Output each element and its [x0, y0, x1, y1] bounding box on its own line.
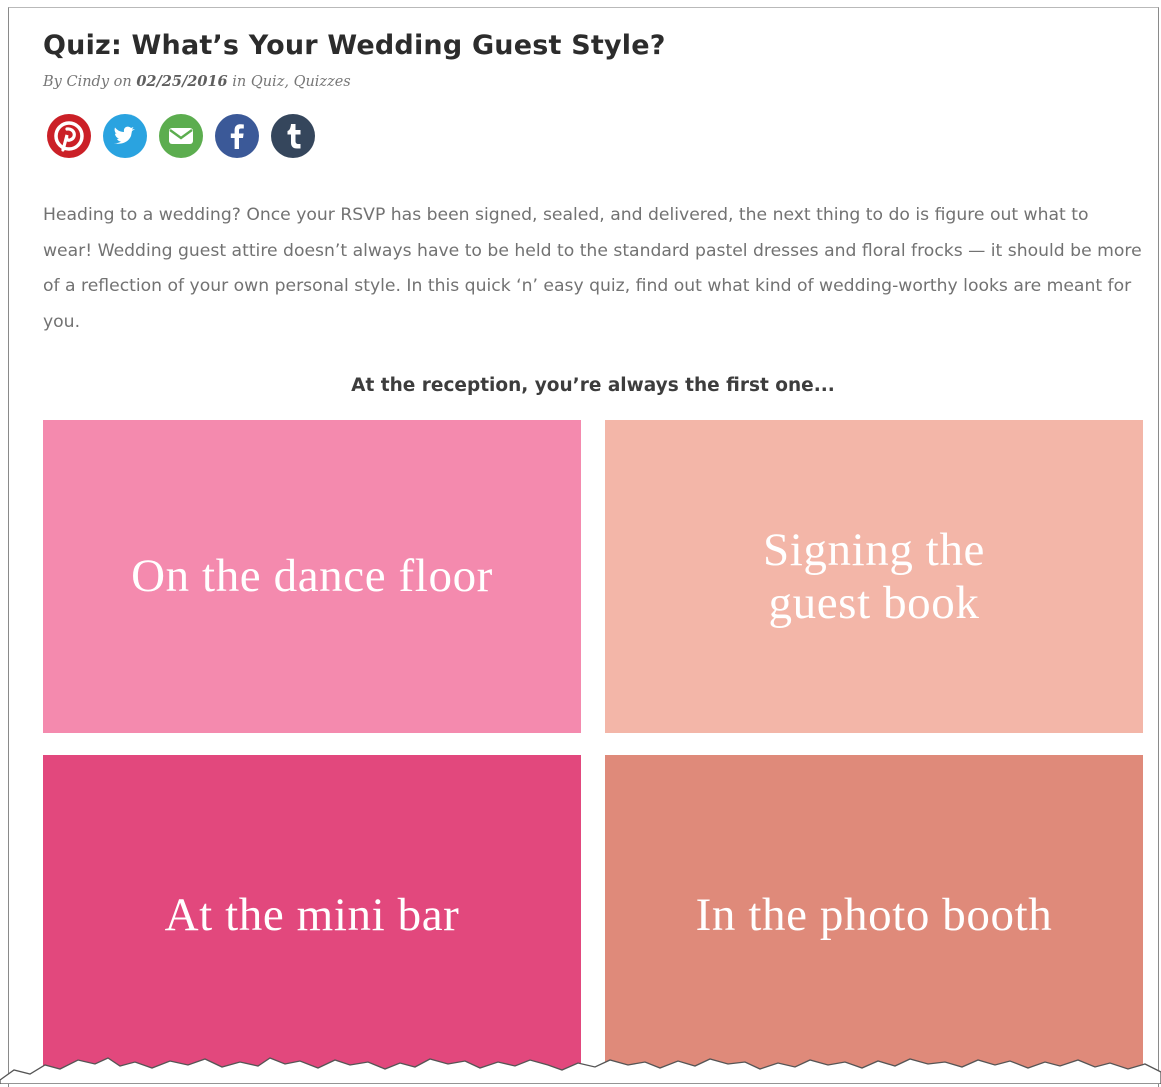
twitter-share-button[interactable]: [103, 114, 147, 158]
email-share-button[interactable]: [159, 114, 203, 158]
answer-label: In the photo booth: [695, 888, 1053, 941]
torn-edge: [0, 1057, 1161, 1084]
quiz-answer-guest-book[interactable]: Signing the guest book: [605, 420, 1143, 733]
quiz-answer-dance-floor[interactable]: On the dance floor: [43, 420, 581, 733]
post-date: 02/25/2016: [136, 73, 228, 90]
intro-paragraph: Heading to a wedding? Once your RSVP has…: [43, 205, 1142, 332]
facebook-share-button[interactable]: [215, 114, 259, 158]
byline: By Cindy on 02/25/2016 in Quiz, Quizzes: [43, 73, 351, 90]
category-link-quizzes[interactable]: Quizzes: [294, 74, 351, 90]
byline-prefix: By: [43, 74, 62, 90]
email-icon: [159, 114, 203, 158]
quiz-answer-mini-bar[interactable]: At the mini bar: [43, 755, 581, 1075]
byline-in: in: [232, 74, 247, 90]
byline-on: on: [113, 74, 132, 90]
category-link-quiz[interactable]: Quiz: [251, 74, 285, 90]
tumblr-share-button[interactable]: [271, 114, 315, 158]
author-link[interactable]: Cindy: [66, 74, 109, 90]
pinterest-icon: [47, 114, 91, 158]
page-title: Quiz: What’s Your Wedding Guest Style?: [43, 30, 666, 61]
facebook-icon: [215, 114, 259, 158]
quiz-question: At the reception, you’re always the firs…: [351, 375, 835, 396]
tumblr-icon: [271, 114, 315, 158]
answer-label: On the dance floor: [131, 550, 493, 602]
answer-label: At the mini bar: [164, 888, 460, 941]
pinterest-share-button[interactable]: [47, 114, 91, 158]
quiz-answer-photo-booth[interactable]: In the photo booth: [605, 755, 1143, 1075]
share-buttons: [47, 114, 315, 158]
answer-label: Signing the guest book: [762, 523, 986, 629]
twitter-icon: [103, 114, 147, 158]
category-separator: ,: [284, 74, 289, 90]
